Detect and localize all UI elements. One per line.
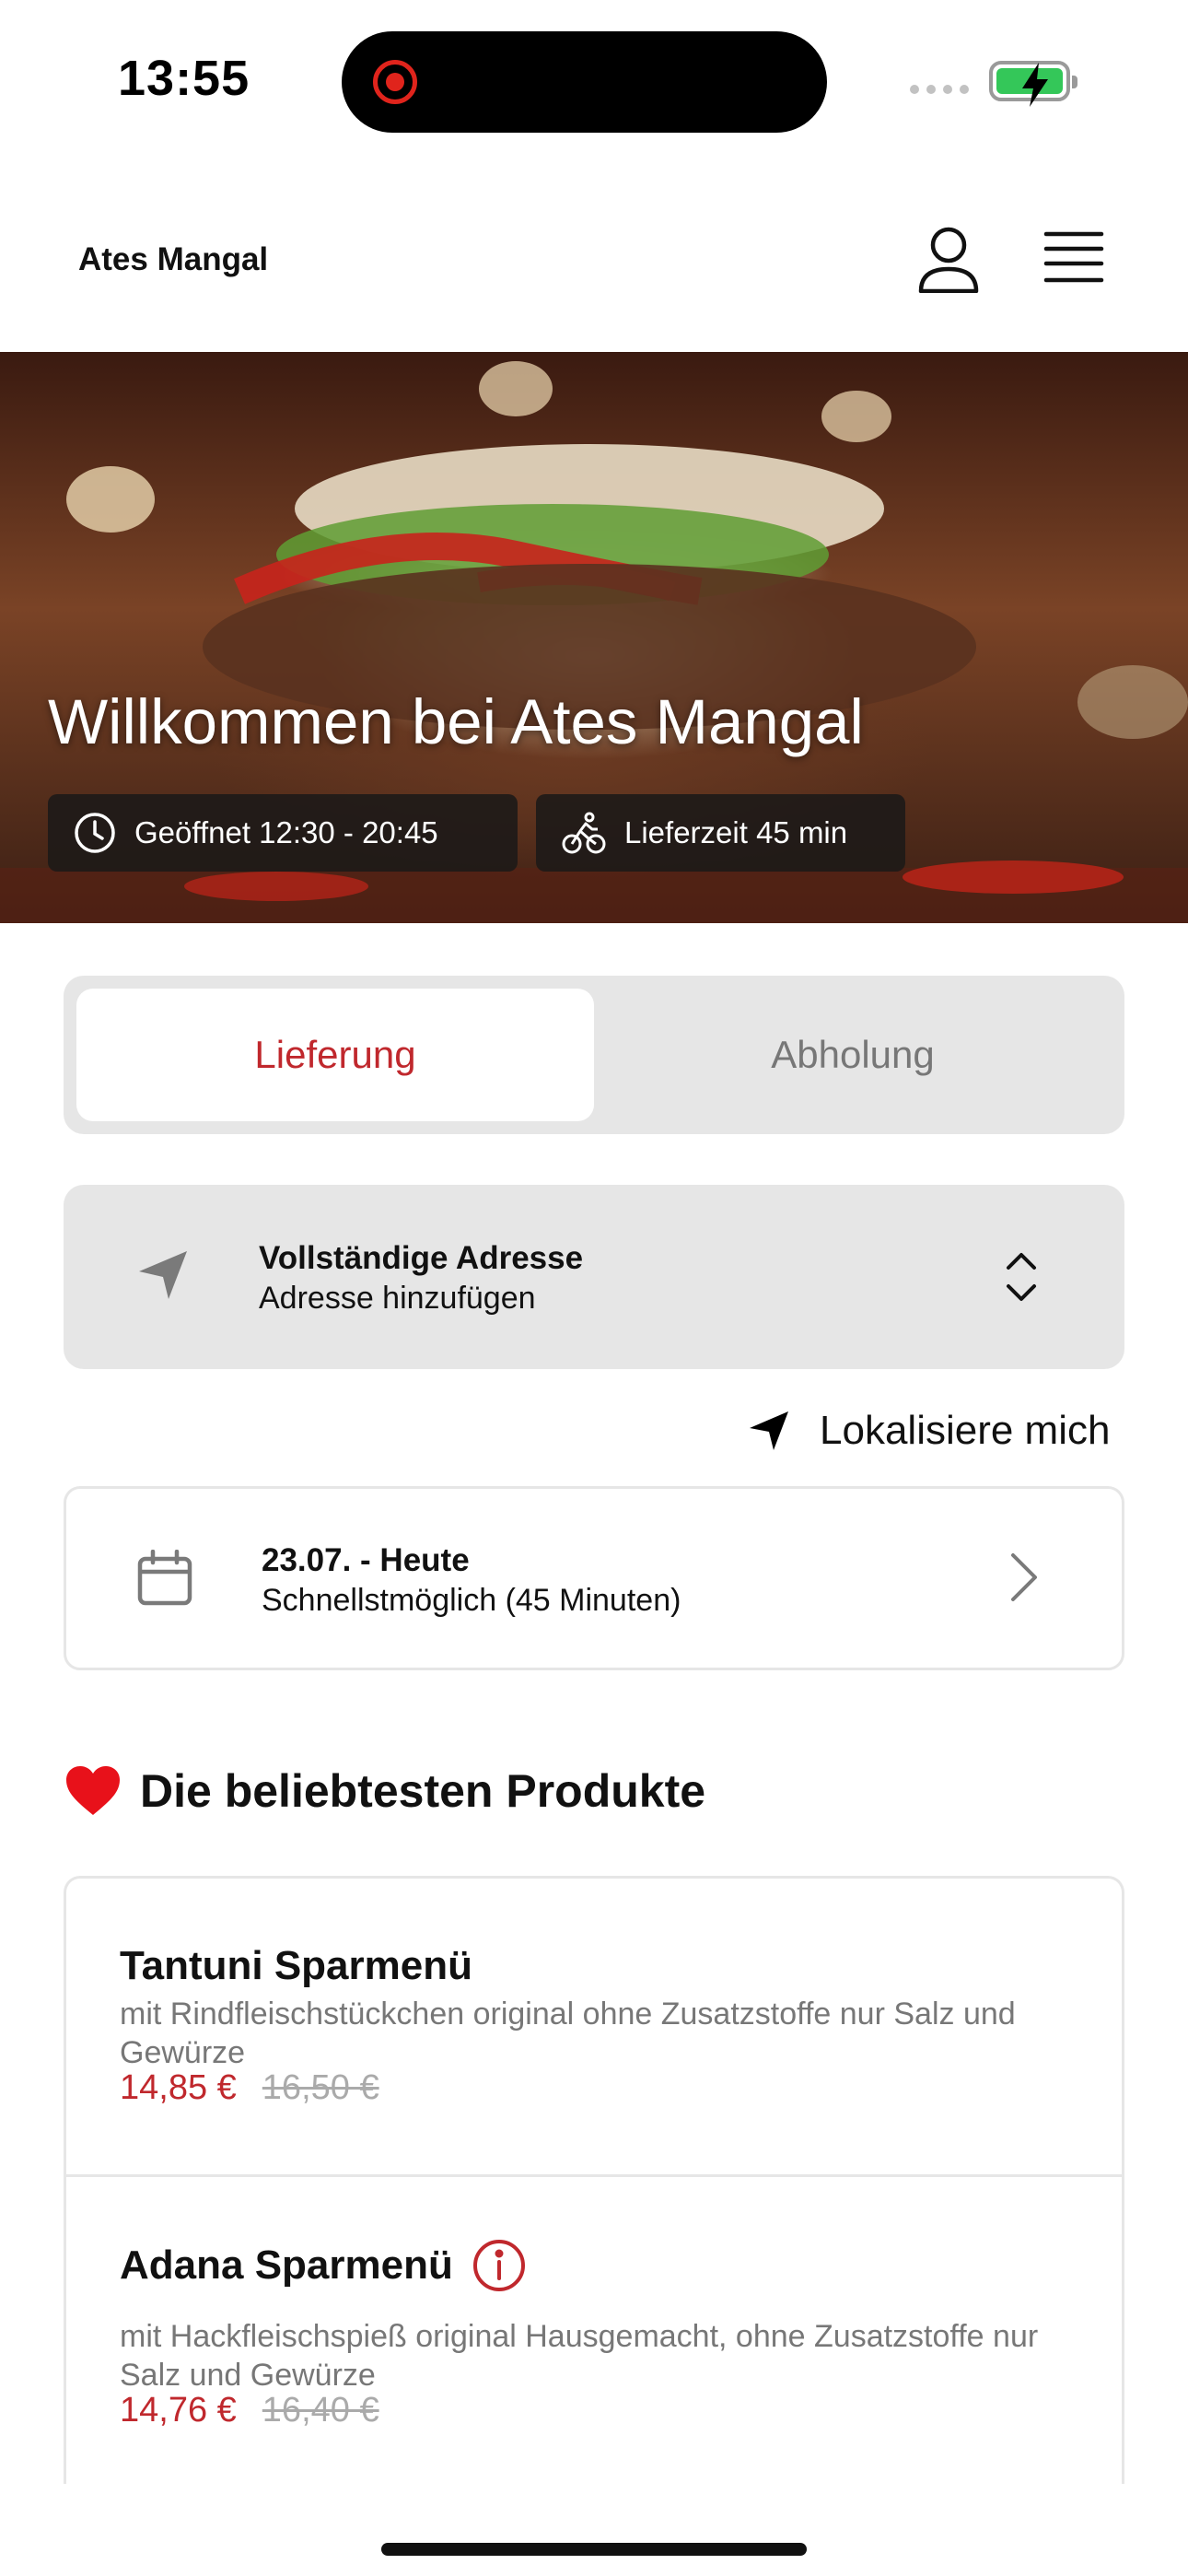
tab-pickup[interactable]: Abholung bbox=[594, 989, 1112, 1121]
product-name: Adana Sparmenü bbox=[120, 2238, 527, 2293]
account-button[interactable] bbox=[917, 227, 980, 294]
status-time: 13:55 bbox=[118, 51, 250, 106]
hamburger-menu-icon bbox=[1043, 231, 1104, 283]
recording-indicator-icon bbox=[373, 60, 417, 104]
schedule-time: Schnellstmöglich (45 Minuten) bbox=[262, 1583, 681, 1618]
delivery-time-text: Lieferzeit 45 min bbox=[624, 815, 848, 849]
navigation-arrow-icon bbox=[750, 1411, 788, 1450]
hero-banner: Willkommen bei Ates Mangal Geöffnet 12:3… bbox=[0, 352, 1188, 923]
address-selector[interactable]: Vollständige Adresse Adresse hinzufügen bbox=[64, 1185, 1124, 1369]
tab-delivery[interactable]: Lieferung bbox=[76, 989, 594, 1121]
popular-section-heading: Die beliebtesten Produkte bbox=[64, 1764, 705, 1818]
product-price-current: 14,76 € bbox=[120, 2391, 237, 2430]
cellular-signal-icon bbox=[910, 85, 969, 94]
locate-me-label: Lokalisiere mich bbox=[820, 1408, 1111, 1453]
home-indicator[interactable] bbox=[381, 2543, 807, 2556]
opening-hours-badge: Geöffnet 12:30 - 20:45 bbox=[48, 794, 518, 872]
heart-icon bbox=[66, 1766, 120, 1815]
delivery-time-badge: Lieferzeit 45 min bbox=[536, 794, 905, 872]
product-price-old: 16,40 € bbox=[262, 2391, 379, 2430]
address-subtitle: Adresse hinzufügen bbox=[259, 1281, 536, 1316]
calendar-icon bbox=[137, 1550, 192, 1606]
product-card[interactable]: Tantuni Sparmenü mit Rindfleischstückche… bbox=[66, 1879, 1122, 2177]
locate-me-button[interactable]: Lokalisiere mich bbox=[748, 1400, 1110, 1461]
battery-charging-icon bbox=[989, 61, 1077, 107]
product-name: Tantuni Sparmenü bbox=[120, 1943, 472, 1988]
user-icon bbox=[918, 227, 979, 294]
product-price: 14,76 € 16,40 € bbox=[120, 2391, 379, 2430]
address-title: Vollständige Adresse bbox=[259, 1240, 584, 1276]
product-price-old: 16,50 € bbox=[262, 2068, 379, 2107]
chevron-right-icon bbox=[1011, 1553, 1037, 1601]
schedule-date: 23.07. - Heute bbox=[262, 1542, 470, 1578]
popular-products-list: Tantuni Sparmenü mit Rindfleischstückche… bbox=[64, 1876, 1124, 2484]
status-bar: 13:55 bbox=[0, 0, 1188, 157]
location-arrow-icon bbox=[139, 1251, 187, 1299]
menu-button[interactable] bbox=[1042, 230, 1105, 286]
dynamic-island bbox=[342, 31, 827, 133]
product-price: 14,85 € 16,50 € bbox=[120, 2068, 379, 2108]
chevron-up-down-icon bbox=[1007, 1253, 1036, 1301]
clock-icon bbox=[75, 813, 115, 853]
delivery-time-selector[interactable]: 23.07. - Heute Schnellstmöglich (45 Minu… bbox=[64, 1486, 1124, 1670]
app-header: Ates Mangal bbox=[0, 157, 1188, 352]
popular-section-title: Die beliebtesten Produkte bbox=[140, 1765, 706, 1817]
product-description: mit Rindfleischstückchen original ohne Z… bbox=[120, 1996, 1016, 2070]
hero-title: Willkommen bei Ates Mangal bbox=[48, 686, 864, 757]
product-description: mit Hackfleischspieß original Hausgemach… bbox=[120, 2319, 1039, 2393]
product-card[interactable]: Adana Sparmenü mit Hackfleischspieß orig… bbox=[66, 2177, 1122, 2484]
bicycle-rider-icon bbox=[562, 812, 606, 854]
brand-name[interactable]: Ates Mangal bbox=[78, 241, 268, 278]
info-icon[interactable] bbox=[472, 2238, 527, 2293]
product-price-current: 14,85 € bbox=[120, 2068, 237, 2107]
order-mode-toggle: Lieferung Abholung bbox=[64, 976, 1124, 1134]
opening-hours-text: Geöffnet 12:30 - 20:45 bbox=[134, 815, 438, 849]
